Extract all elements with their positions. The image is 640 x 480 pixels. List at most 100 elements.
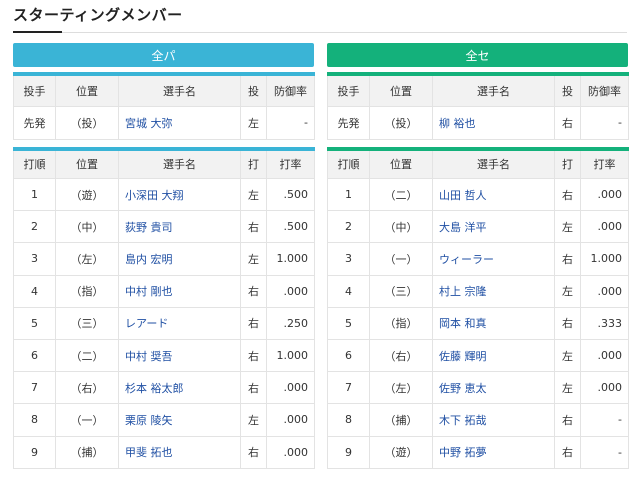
team-se-batting-table: 打順 位置 選手名 打 打率 1 （二） 山田 哲人 右 .000 2 （中） … bbox=[327, 146, 629, 469]
player-name-link[interactable]: ウィーラー bbox=[432, 242, 555, 276]
batting-col-avg: 打率 bbox=[580, 148, 629, 179]
player-name-link[interactable]: 木下 拓哉 bbox=[432, 403, 555, 437]
batting-row: 4 （指） 中村 剛也 右 .000 bbox=[13, 274, 315, 308]
pitcher-name-link[interactable]: 柳 裕也 bbox=[432, 105, 555, 140]
pitcher-throws: 左 bbox=[240, 105, 267, 140]
batting-col-position: 位置 bbox=[55, 148, 119, 179]
batting-row: 2 （中） 大島 洋平 左 .000 bbox=[327, 210, 629, 244]
page-title: スターティングメンバー bbox=[13, 6, 183, 24]
batting-order: 5 bbox=[13, 306, 56, 340]
batting-row: 3 （左） 島内 宏明 左 1.000 bbox=[13, 242, 315, 276]
team-pa-tab[interactable]: 全パ bbox=[13, 43, 314, 67]
batting-bats: 右 bbox=[240, 306, 267, 340]
batting-order: 6 bbox=[13, 338, 56, 373]
batting-avg: .000 bbox=[266, 274, 315, 308]
batting-order: 2 bbox=[327, 210, 370, 244]
pitcher-position: （投） bbox=[55, 105, 119, 140]
batting-position: （三） bbox=[55, 306, 119, 340]
batting-avg: - bbox=[580, 435, 629, 469]
team-pa-panel: 全パ 投手 位置 選手名 投 防御率 先発 （投） 宮城 大弥 左 - 打順 位… bbox=[13, 43, 315, 469]
pitcher-role: 先発 bbox=[327, 105, 370, 140]
batting-position: （左） bbox=[369, 371, 433, 405]
team-se-tab[interactable]: 全セ bbox=[327, 43, 628, 67]
batting-avg: 1.000 bbox=[266, 242, 315, 276]
batting-bats: 右 bbox=[240, 338, 267, 373]
team-se-pitcher-table: 投手 位置 選手名 投 防御率 先発 （投） 柳 裕也 右 - bbox=[327, 72, 629, 140]
batting-bats: 左 bbox=[554, 371, 581, 405]
pitcher-row: 先発 （投） 柳 裕也 右 - bbox=[327, 105, 629, 140]
batting-row: 8 （捕） 木下 拓哉 右 - bbox=[327, 403, 629, 437]
batting-bats: 右 bbox=[554, 242, 581, 276]
batting-position: （遊） bbox=[55, 177, 119, 212]
batting-col-position: 位置 bbox=[369, 148, 433, 179]
batting-col-bats: 打 bbox=[240, 148, 267, 179]
player-name-link[interactable]: 佐藤 輝明 bbox=[432, 338, 555, 373]
player-name-link[interactable]: 甲斐 拓也 bbox=[118, 435, 241, 469]
player-name-link[interactable]: 荻野 貴司 bbox=[118, 210, 241, 244]
player-name-link[interactable]: 小深田 大翔 bbox=[118, 177, 241, 212]
player-name-link[interactable]: 大島 洋平 bbox=[432, 210, 555, 244]
batting-order: 2 bbox=[13, 210, 56, 244]
batting-row: 1 （二） 山田 哲人 右 .000 bbox=[327, 177, 629, 212]
batting-bats: 左 bbox=[554, 210, 581, 244]
player-name-link[interactable]: 中村 奨吾 bbox=[118, 338, 241, 373]
batting-bats: 右 bbox=[240, 210, 267, 244]
batting-avg: .000 bbox=[580, 274, 629, 308]
batting-row: 3 （一） ウィーラー 右 1.000 bbox=[327, 242, 629, 276]
batting-bats: 左 bbox=[240, 177, 267, 212]
pitcher-col-throws: 投 bbox=[240, 73, 267, 107]
batting-bats: 右 bbox=[554, 435, 581, 469]
batting-position: （指） bbox=[369, 306, 433, 340]
player-name-link[interactable]: 栗原 陵矢 bbox=[118, 403, 241, 437]
batting-order: 6 bbox=[327, 338, 370, 373]
pitcher-header-row: 投手 位置 選手名 投 防御率 bbox=[327, 73, 629, 107]
pitcher-col-role: 投手 bbox=[13, 73, 56, 107]
batting-bats: 左 bbox=[240, 242, 267, 276]
player-name-link[interactable]: 山田 哲人 bbox=[432, 177, 555, 212]
pitcher-col-position: 位置 bbox=[369, 73, 433, 107]
player-name-link[interactable]: 佐野 恵太 bbox=[432, 371, 555, 405]
pitcher-col-name: 選手名 bbox=[432, 73, 555, 107]
team-pa-batting-table: 打順 位置 選手名 打 打率 1 （遊） 小深田 大翔 左 .500 2 （中）… bbox=[13, 146, 315, 469]
batting-order: 8 bbox=[13, 403, 56, 437]
pitcher-throws: 右 bbox=[554, 105, 581, 140]
player-name-link[interactable]: レアード bbox=[118, 306, 241, 340]
batting-avg: .333 bbox=[580, 306, 629, 340]
batting-avg: 1.000 bbox=[266, 338, 315, 373]
player-name-link[interactable]: 島内 宏明 bbox=[118, 242, 241, 276]
batting-position: （一） bbox=[369, 242, 433, 276]
batting-row: 1 （遊） 小深田 大翔 左 .500 bbox=[13, 177, 315, 212]
title-underline bbox=[13, 31, 62, 33]
batting-col-name: 選手名 bbox=[118, 148, 241, 179]
batting-order: 1 bbox=[327, 177, 370, 212]
pitcher-era: - bbox=[266, 105, 315, 140]
batting-order: 9 bbox=[327, 435, 370, 469]
batting-avg: .000 bbox=[266, 403, 315, 437]
batting-position: （中） bbox=[369, 210, 433, 244]
team-pa-pitcher-table: 投手 位置 選手名 投 防御率 先発 （投） 宮城 大弥 左 - bbox=[13, 72, 315, 140]
pitcher-col-name: 選手名 bbox=[118, 73, 241, 107]
batting-order: 3 bbox=[13, 242, 56, 276]
batting-avg: .500 bbox=[266, 210, 315, 244]
player-name-link[interactable]: 岡本 和真 bbox=[432, 306, 555, 340]
player-name-link[interactable]: 村上 宗隆 bbox=[432, 274, 555, 308]
batting-position: （右） bbox=[55, 371, 119, 405]
batting-row: 7 （左） 佐野 恵太 左 .000 bbox=[327, 371, 629, 405]
pitcher-name-link[interactable]: 宮城 大弥 bbox=[118, 105, 241, 140]
batting-col-name: 選手名 bbox=[432, 148, 555, 179]
batting-col-avg: 打率 bbox=[266, 148, 315, 179]
batting-order: 4 bbox=[13, 274, 56, 308]
player-name-link[interactable]: 中村 剛也 bbox=[118, 274, 241, 308]
player-name-link[interactable]: 杉本 裕太郎 bbox=[118, 371, 241, 405]
pitcher-era: - bbox=[580, 105, 629, 140]
player-name-link[interactable]: 中野 拓夢 bbox=[432, 435, 555, 469]
batting-bats: 左 bbox=[554, 338, 581, 373]
batting-order: 7 bbox=[13, 371, 56, 405]
batting-position: （二） bbox=[369, 177, 433, 212]
batting-avg: .000 bbox=[580, 210, 629, 244]
batting-row: 5 （三） レアード 右 .250 bbox=[13, 306, 315, 340]
batting-row: 6 （二） 中村 奨吾 右 1.000 bbox=[13, 338, 315, 373]
batting-bats: 右 bbox=[554, 403, 581, 437]
pitcher-role: 先発 bbox=[13, 105, 56, 140]
batting-avg: .250 bbox=[266, 306, 315, 340]
